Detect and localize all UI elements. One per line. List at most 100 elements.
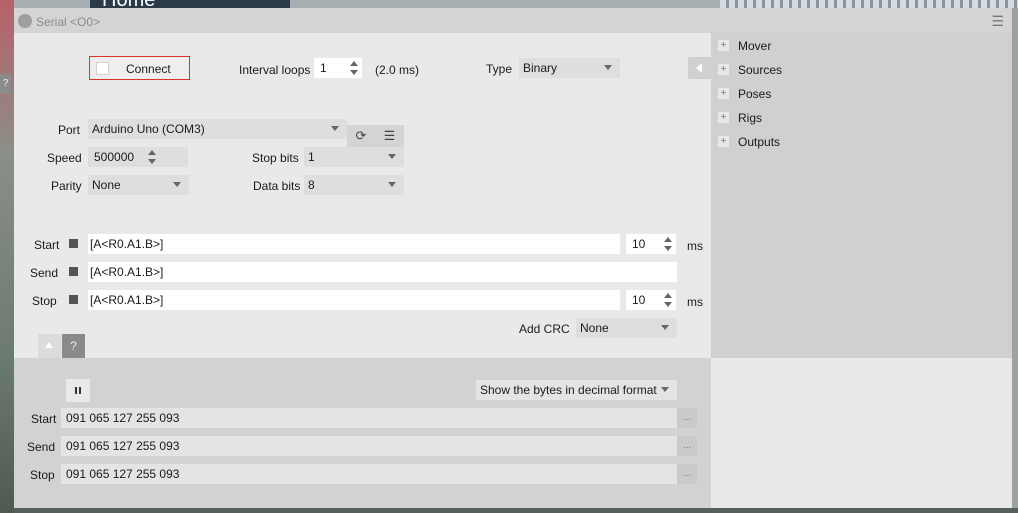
send-message-input[interactable]: [A<R0.A1.B>] (88, 262, 677, 282)
log-start-label: Start (31, 412, 57, 426)
byte-format-dropdown[interactable]: Show the bytes in decimal format (476, 380, 677, 400)
list-icon[interactable]: ☰ (375, 125, 404, 147)
connect-label: Connect (126, 62, 171, 76)
stepper-down-icon[interactable] (664, 246, 672, 251)
send-message-label: Send (30, 266, 59, 280)
expand-plus-icon[interactable]: + (718, 88, 729, 99)
chevron-down-icon (661, 325, 669, 330)
background-bottom-strip (14, 508, 1018, 513)
type-label: Type (486, 62, 513, 76)
start-delay-value: 10 (632, 237, 646, 251)
refresh-icon[interactable]: ⟳ (347, 125, 375, 147)
expand-plus-icon[interactable]: + (718, 64, 729, 75)
port-value: Arduino Uno (COM3) (92, 122, 205, 136)
parity-value: None (92, 178, 121, 192)
speed-label: Speed (47, 151, 82, 165)
serial-window: Serial <O0> ☰ Connect Interval loops 1 (… (14, 8, 1012, 508)
port-label: Port (58, 123, 81, 137)
type-dropdown[interactable]: Binary (519, 58, 620, 78)
stop-message-label: Stop (32, 294, 57, 308)
log-stop-label: Stop (30, 468, 55, 482)
log-send-label: Send (27, 440, 56, 454)
stepper-down-icon[interactable] (148, 159, 156, 164)
stepper-up-icon[interactable] (148, 150, 156, 155)
stepper-down-icon[interactable] (664, 302, 672, 307)
start-message-input[interactable]: [A<R0.A1.B>] (88, 234, 620, 254)
sidebar-item-mover[interactable]: + Mover (711, 37, 1012, 57)
collapse-button[interactable] (38, 334, 61, 358)
sidebar-item-label: Outputs (738, 135, 781, 149)
speed-value: 500000 (94, 150, 135, 164)
speed-stepper[interactable]: 500000 (88, 147, 188, 167)
start-message-checkbox[interactable] (69, 239, 78, 248)
sidebar-item-outputs[interactable]: + Outputs (711, 133, 1012, 153)
pause-icon-bar (79, 387, 81, 394)
log-stop-more-button[interactable]: ... (677, 464, 697, 484)
add-crc-dropdown[interactable]: None (576, 318, 677, 338)
title-bar[interactable]: Serial <O0> ☰ (14, 8, 1012, 33)
log-start-field: 091 065 127 255 093 (61, 408, 677, 428)
expand-plus-icon[interactable]: + (718, 112, 729, 123)
stop-message-checkbox[interactable] (69, 295, 78, 304)
chevron-left-icon (696, 63, 702, 73)
stepper-up-icon[interactable] (350, 61, 358, 66)
sidebar-item-rigs[interactable]: + Rigs (711, 109, 1012, 129)
stepper-up-icon[interactable] (664, 293, 672, 298)
sidebar-item-label: Rigs (738, 111, 763, 125)
side-help-button[interactable]: ? (0, 74, 11, 94)
chevron-down-icon (331, 126, 339, 131)
interval-loops-label: Interval loops (239, 63, 311, 77)
interval-loops-value: 1 (320, 61, 327, 75)
hamburger-icon[interactable]: ☰ (991, 13, 1004, 30)
pause-icon (75, 387, 77, 394)
interval-ms-text: (2.0 ms) (375, 63, 420, 77)
start-delay-stepper[interactable]: 10 (626, 234, 676, 254)
interval-loops-stepper[interactable]: 1 (314, 58, 362, 78)
chevron-down-icon (388, 154, 396, 159)
pause-button[interactable] (66, 379, 90, 402)
stop-delay-unit: ms (687, 295, 703, 309)
data-bits-dropdown[interactable]: 8 (304, 175, 404, 195)
chevron-down-icon (388, 182, 396, 187)
sidebar-item-label: Mover (738, 39, 772, 53)
log-start-value: 091 065 127 255 093 (66, 411, 180, 425)
sidebar-item-poses[interactable]: + Poses (711, 85, 1012, 105)
log-send-more-button[interactable]: ... (677, 436, 697, 456)
log-send-value: 091 065 127 255 093 (66, 439, 180, 453)
sidebar-item-sources[interactable]: + Sources (711, 61, 1012, 81)
parity-dropdown[interactable]: None (88, 175, 189, 195)
stop-message-value: [A<R0.A1.B>] (90, 293, 164, 307)
log-stop-field: 091 065 127 255 093 (61, 464, 677, 484)
data-bits-label: Data bits (253, 179, 301, 193)
send-message-checkbox[interactable] (69, 267, 78, 276)
start-delay-unit: ms (687, 239, 703, 253)
data-bits-value: 8 (308, 178, 315, 192)
stepper-up-icon[interactable] (664, 237, 672, 242)
stop-bits-label: Stop bits (252, 151, 299, 165)
port-dropdown[interactable]: Arduino Uno (COM3) (88, 119, 347, 139)
background-top-right-fence (720, 0, 1018, 8)
byte-format-value: Show the bytes in decimal format (480, 383, 657, 397)
stop-delay-stepper[interactable]: 10 (626, 290, 676, 310)
parity-label: Parity (51, 179, 82, 193)
stepper-down-icon[interactable] (350, 70, 358, 75)
help-button[interactable]: ? (62, 334, 85, 358)
stop-message-input[interactable]: [A<R0.A1.B>] (88, 290, 620, 310)
sidebar: + Mover + Sources + Poses + Rigs + Outpu… (711, 33, 1012, 358)
send-message-value: [A<R0.A1.B>] (90, 265, 164, 279)
expand-plus-icon[interactable]: + (718, 40, 729, 51)
log-start-more-button[interactable]: ... (677, 408, 697, 428)
log-panel: Show the bytes in decimal format Start 0… (14, 358, 711, 508)
add-crc-value: None (580, 321, 609, 335)
stop-bits-dropdown[interactable]: 1 (304, 147, 404, 167)
add-crc-label: Add CRC (519, 322, 570, 336)
chevron-down-icon (173, 182, 181, 187)
stop-bits-value: 1 (308, 150, 315, 164)
sidebar-item-label: Sources (738, 63, 783, 77)
connect-checkbox[interactable] (96, 62, 109, 75)
expand-plus-icon[interactable]: + (718, 136, 729, 147)
log-stop-value: 091 065 127 255 093 (66, 467, 180, 481)
log-send-field: 091 065 127 255 093 (61, 436, 677, 456)
sidebar-toggle-button[interactable] (688, 57, 711, 79)
connect-button[interactable]: Connect (89, 56, 190, 80)
